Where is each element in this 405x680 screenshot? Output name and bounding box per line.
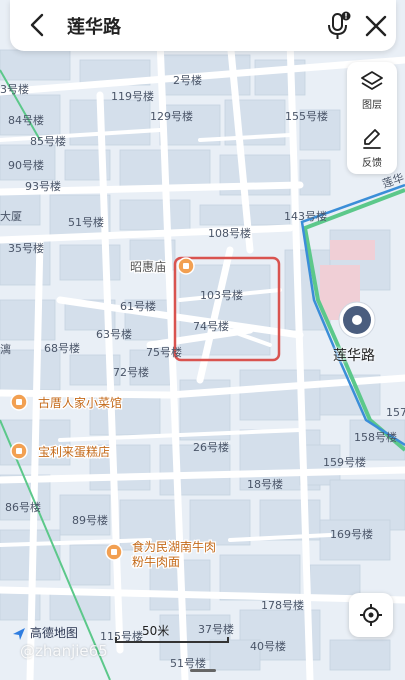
building: [119, 199, 191, 231]
building-label: 129号楼: [150, 109, 193, 123]
building-label: 90号楼: [8, 158, 44, 172]
building-label: 51号楼: [68, 215, 104, 229]
building-highlight: [330, 240, 375, 260]
building: [69, 544, 111, 586]
crosshair-icon: [360, 604, 382, 626]
brand-logo: 高德地图: [12, 624, 78, 641]
building-label: 108号楼: [208, 226, 251, 240]
building-label: 93号楼: [25, 179, 61, 193]
poi-label: 宝利来蛋糕店: [38, 445, 110, 459]
map-tools-panel: 图层 反馈: [347, 62, 397, 174]
microphone-icon[interactable]: [322, 10, 354, 42]
restaurant-icon-glyph: [16, 399, 22, 405]
building-label: 119号楼: [111, 89, 154, 103]
building-label: 18号楼: [247, 477, 283, 491]
edge-label: 漓: [0, 342, 11, 356]
building-label: 75号楼: [146, 345, 182, 359]
layers-label: 图层: [362, 100, 382, 111]
building: [69, 99, 151, 146]
watermark: @zhanjie65: [20, 642, 108, 660]
poi-label: 昭惠庙: [130, 260, 166, 274]
building-label: 35号楼: [8, 241, 44, 255]
building: [239, 369, 321, 421]
destination-pin-icon[interactable]: [337, 300, 377, 340]
feedback-label: 反馈: [362, 158, 382, 169]
building-label: 84号楼: [8, 113, 44, 127]
building-label: 86号楼: [5, 500, 41, 514]
building-label: 72号楼: [113, 365, 149, 379]
building-label: 37号楼: [198, 622, 234, 636]
feedback-button[interactable]: 反馈: [347, 120, 397, 172]
building: [0, 349, 61, 391]
building-label: 2号楼: [173, 73, 202, 87]
building-label: 157: [386, 406, 405, 419]
building: [329, 639, 391, 671]
building-label: 51号楼: [170, 656, 206, 670]
destination-label[interactable]: 莲华路: [333, 345, 375, 365]
building-label: 68号楼: [44, 341, 80, 355]
poi-label: 食为民湖南牛肉: [132, 539, 216, 554]
search-query[interactable]: 莲华路: [67, 13, 121, 39]
building: [59, 244, 121, 281]
building-label: 3号楼: [0, 82, 29, 96]
navigation-arrow-icon: [13, 627, 25, 640]
map-canvas[interactable]: 2号楼3号楼119号楼129号楼84号楼155号楼85号楼16090号楼93号楼…: [0, 0, 405, 680]
scale-ruler: [115, 637, 229, 643]
building: [0, 299, 56, 341]
building-label: 143号楼: [284, 209, 327, 223]
layers-icon: [361, 71, 383, 90]
building-label: 159号楼: [323, 455, 366, 469]
building-label: 40号楼: [250, 639, 286, 653]
building-label: 178号楼: [261, 598, 304, 612]
map-screen: 2号楼3号楼119号楼129号楼84号楼155号楼85号楼16090号楼93号楼…: [0, 0, 405, 680]
layers-button[interactable]: 图层: [347, 62, 397, 114]
building-label: 大厦: [0, 209, 22, 223]
building-label: 89号楼: [72, 513, 108, 527]
locate-button[interactable]: [349, 593, 393, 637]
building: [299, 159, 331, 196]
temple-icon-glyph: [183, 263, 189, 269]
close-icon[interactable]: [362, 12, 390, 40]
building-label: 61号楼: [120, 299, 156, 313]
building-label: 158号楼: [354, 430, 397, 444]
brand-name: 高德地图: [29, 626, 78, 640]
poi-label: 古厝人家小菜馆: [38, 395, 122, 410]
feedback-pencil-icon: [363, 129, 381, 149]
back-arrow-icon[interactable]: [24, 11, 52, 39]
bakery-icon-glyph: [16, 448, 22, 454]
building-label: 103号楼: [200, 288, 243, 302]
building-label: 85号楼: [30, 134, 66, 148]
building-label: 155号楼: [285, 109, 328, 123]
restaurant-icon-glyph: [111, 549, 117, 555]
building-label: 74号楼: [193, 319, 229, 333]
building-label: 26号楼: [193, 440, 229, 454]
building: [0, 49, 71, 81]
building-label: 63号楼: [96, 327, 132, 341]
home-indicator: [190, 669, 216, 672]
poi-label: 粉牛肉面: [132, 554, 180, 569]
building-label: 169号楼: [330, 527, 373, 541]
search-bar: 莲华路: [10, 0, 396, 51]
